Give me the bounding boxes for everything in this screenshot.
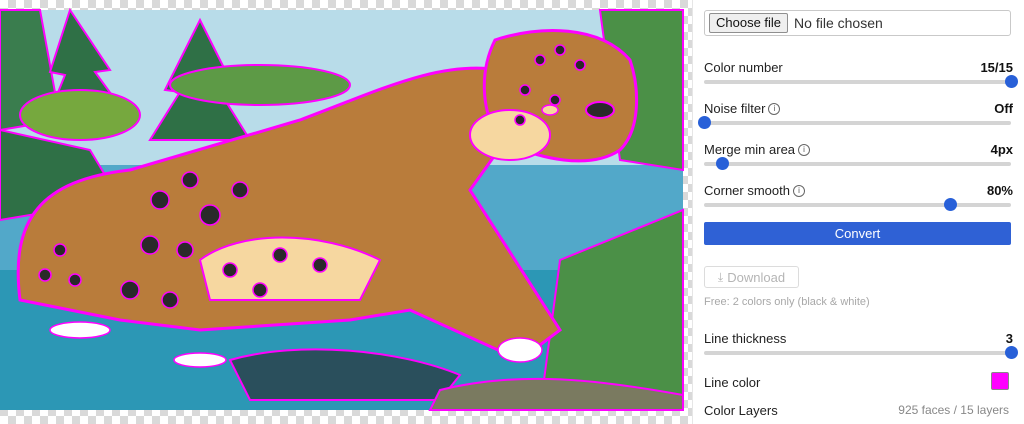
line-color-swatch[interactable] — [991, 372, 1009, 390]
info-icon[interactable]: i — [792, 184, 805, 197]
settings-panel: Choose file No file chosen Color number … — [698, 0, 1018, 424]
color-layers-info: 925 faces / 15 layers — [898, 403, 1009, 417]
panel-divider — [692, 0, 693, 424]
noise-filter-control: Noise filter i Off — [698, 101, 1013, 131]
image-preview — [0, 0, 692, 424]
color-layers-label: Color Layers — [704, 403, 778, 418]
corner-smooth-slider[interactable] — [704, 198, 1011, 211]
color-number-slider[interactable] — [704, 75, 1018, 88]
info-icon[interactable]: i — [768, 102, 781, 115]
color-number-slider-thumb[interactable] — [1005, 75, 1018, 88]
line-thickness-control: Line thickness 3 — [704, 331, 1018, 361]
download-button[interactable]: ⤓ Download — [704, 266, 799, 288]
corner-smooth-slider-thumb[interactable] — [943, 198, 957, 211]
download-label: Download — [727, 269, 786, 285]
line-thickness-label: Line thickness — [704, 331, 786, 346]
color-number-control: Color number 15/15 — [704, 60, 1018, 90]
line-thickness-slider[interactable] — [704, 346, 1018, 359]
color-number-label-text: Color number — [704, 60, 783, 75]
free-plan-note: Free: 2 colors only (black & white) — [704, 296, 870, 308]
merge-min-area-label-text: Merge min area — [704, 142, 796, 157]
file-input[interactable]: Choose file No file chosen — [704, 10, 1011, 36]
noise-filter-value: Off — [994, 101, 1013, 116]
choose-file-button[interactable]: Choose file — [709, 13, 789, 33]
line-thickness-label-text: Line thickness — [704, 331, 787, 346]
line-color-label: Line color — [704, 375, 761, 390]
file-status: No file chosen — [794, 15, 883, 31]
noise-filter-label: Noise filter i — [704, 101, 781, 116]
info-icon[interactable]: i — [798, 143, 811, 156]
line-thickness-slider-thumb[interactable] — [1005, 346, 1018, 359]
merge-min-area-slider-thumb[interactable] — [716, 157, 730, 170]
convert-button[interactable]: Convert — [704, 222, 1011, 245]
converted-image — [0, 7, 684, 411]
noise-filter-label-text: Noise filter — [704, 101, 766, 116]
download-icon: ⤓ — [717, 269, 724, 284]
merge-min-area-label: Merge min area i — [704, 142, 811, 157]
corner-smooth-label: Corner smooth i — [704, 183, 805, 198]
corner-smooth-label-text: Corner smooth — [704, 183, 790, 198]
color-number-label: Color number — [704, 60, 783, 75]
merge-min-area-value: 4px — [990, 142, 1013, 157]
corner-smooth-control: Corner smooth i 80% — [704, 183, 1013, 213]
merge-min-area-control: Merge min area i 4px — [704, 142, 1013, 172]
noise-filter-slider[interactable] — [698, 116, 1011, 129]
line-thickness-value: 3 — [1005, 331, 1013, 346]
corner-smooth-value: 80% — [986, 183, 1013, 198]
noise-filter-slider-thumb[interactable] — [698, 116, 711, 129]
color-number-value: 15/15 — [980, 60, 1013, 75]
merge-min-area-slider[interactable] — [704, 157, 1011, 170]
